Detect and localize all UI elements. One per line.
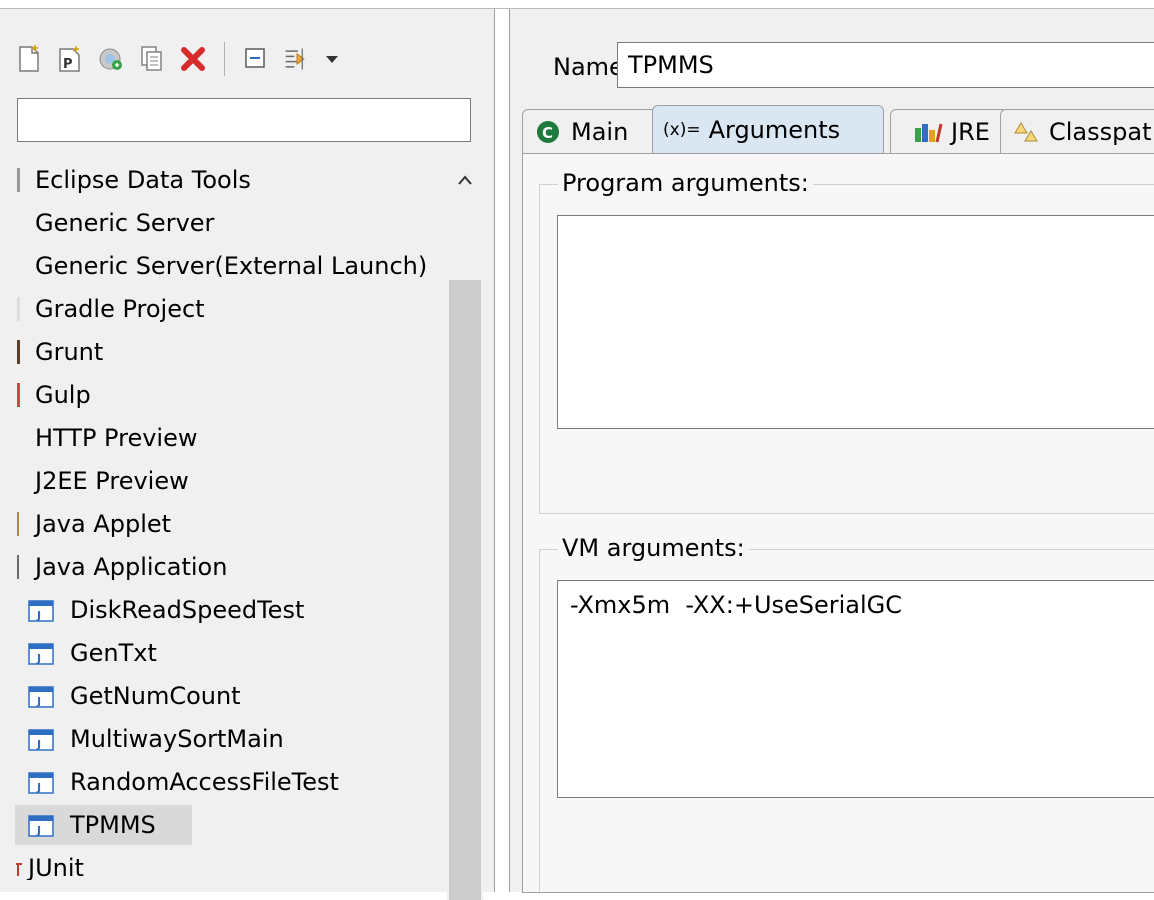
view-menu-chevron-down-icon[interactable] <box>324 44 340 74</box>
tab-main[interactable]: C Main <box>522 109 662 153</box>
svg-text:P: P <box>63 57 73 72</box>
svg-text:J: J <box>36 609 41 622</box>
java-class-icon: J <box>28 600 54 622</box>
tree-item-diskreadspeedtest[interactable]: J DiskReadSpeedTest <box>0 590 436 630</box>
tree-item-eclipse-data-tools[interactable]: Eclipse Data Tools <box>0 160 436 200</box>
java-class-icon: J <box>28 772 54 794</box>
tree-item-label: Generic Server(External Launch) <box>35 252 428 280</box>
java-class-icon: J <box>28 643 54 665</box>
tree-item-tpmms[interactable]: J TPMMS <box>0 805 436 845</box>
tree-item-label: Grunt <box>35 338 104 366</box>
java-class-icon: J <box>28 729 54 751</box>
java-application-icon <box>17 555 19 579</box>
delete-icon[interactable] <box>179 44 207 74</box>
jre-library-icon <box>915 123 943 142</box>
tab-label: Main <box>571 117 629 146</box>
grunt-icon <box>17 340 20 364</box>
tree-item-label: Gulp <box>35 381 91 409</box>
tab-jre[interactable]: JRE <box>890 109 1008 153</box>
tree-item-label: JUnit <box>28 854 84 880</box>
svg-text:J: J <box>36 652 41 665</box>
java-class-icon: J <box>28 815 54 837</box>
svg-text:J: J <box>36 824 41 837</box>
tree-item-label: Java Applet <box>35 510 172 538</box>
tree-item-generic-server[interactable]: Generic Server <box>0 203 436 243</box>
tab-label: Arguments <box>708 115 841 144</box>
tree-item-label: GenTxt <box>70 639 157 667</box>
tree-item-multiwaysortmain[interactable]: J MultiwaySortMain <box>0 719 436 759</box>
launch-config-toolbar: P <box>15 29 475 89</box>
tree-item-http-preview[interactable]: HTTP Preview <box>0 418 436 458</box>
gulp-icon <box>17 383 20 407</box>
tree-item-label: GetNumCount <box>70 682 241 710</box>
tab-label: Classpat <box>1049 117 1152 146</box>
tree-item-j2ee-preview[interactable]: J2EE Preview <box>0 461 436 501</box>
tree-item-label: HTTP Preview <box>35 424 198 452</box>
top-strip <box>0 0 1154 9</box>
tree-item-label: J2EE Preview <box>35 467 189 495</box>
vm-arguments-textarea[interactable]: -Xmx5m -XX:+UseSerialGC <box>557 580 1154 798</box>
scroll-thumb[interactable] <box>449 280 481 900</box>
collapse-all-icon[interactable] <box>242 44 270 74</box>
svg-text:C: C <box>542 124 553 142</box>
filter-icon[interactable] <box>283 44 311 74</box>
vm-arguments-label: VM arguments: <box>558 534 749 562</box>
tree-item-label: DiskReadSpeedTest <box>70 596 305 624</box>
launch-type-icon <box>17 297 20 321</box>
svg-text:J: J <box>36 781 41 794</box>
tree-scrollbar[interactable] <box>447 160 483 900</box>
new-launch-configuration-icon[interactable] <box>15 44 43 74</box>
tree-item-label: MultiwaySortMain <box>70 725 284 753</box>
vm-arguments-group: VM arguments: -Xmx5m -XX:+UseSerialGC <box>539 534 1154 894</box>
tree-item-gentxt[interactable]: J GenTxt <box>0 633 436 673</box>
tree-item-grunt[interactable]: Grunt <box>0 332 436 372</box>
tree-item-gradle-project[interactable]: Gradle Project <box>0 289 436 329</box>
java-applet-icon <box>17 512 19 536</box>
tree-item-java-applet[interactable]: Java Applet <box>0 504 436 544</box>
scroll-up-chevron-icon[interactable] <box>447 160 483 200</box>
program-arguments-label: Program arguments: <box>558 169 813 197</box>
arguments-tab-icon: (x)= <box>663 119 701 140</box>
java-class-icon: J <box>28 686 54 708</box>
tree-item-randomaccessfiletest[interactable]: J RandomAccessFileTest <box>0 762 436 802</box>
config-tabs: C Main (x)= Arguments JRE Classpat <box>522 105 1154 153</box>
classpath-icon <box>1014 121 1038 141</box>
tab-arguments[interactable]: (x)= Arguments <box>652 105 884 153</box>
program-arguments-textarea[interactable] <box>557 215 1154 429</box>
tab-label: JRE <box>951 117 990 146</box>
svg-text:J: J <box>36 695 41 708</box>
export-icon[interactable] <box>97 44 125 74</box>
tree-item-getnumcount[interactable]: J GetNumCount <box>0 676 436 716</box>
tree-item-label: Eclipse Data Tools <box>35 166 251 194</box>
tree-item-label: Generic Server <box>35 209 215 237</box>
launch-config-editor: Name: C Main (x)= Arguments JRE Classpat… <box>509 9 1154 894</box>
svg-text:J: J <box>36 738 41 751</box>
filter-input[interactable] <box>17 98 471 142</box>
launch-type-icon <box>17 168 20 192</box>
new-prototype-icon[interactable]: P <box>56 44 84 74</box>
tree-item-label: Java Application <box>35 553 228 581</box>
tree-item-label: RandomAccessFileTest <box>70 768 339 796</box>
junit-icon <box>16 863 22 876</box>
tree-item-java-application[interactable]: Java Application <box>0 547 436 587</box>
toolbar-separator <box>224 42 225 76</box>
name-field[interactable] <box>617 42 1154 88</box>
launch-config-tree: Eclipse Data Tools Generic Server Generi… <box>0 160 436 880</box>
program-arguments-group: Program arguments: <box>539 169 1154 514</box>
tree-item-gulp[interactable]: Gulp <box>0 375 436 415</box>
launch-config-list-pane: P Eclipse Data Tools Generic Server Gene… <box>0 9 495 900</box>
tab-classpath[interactable]: Classpat <box>1000 109 1154 153</box>
main-tab-icon: C <box>537 120 559 143</box>
tree-item-junit[interactable]: JUnit <box>0 848 436 880</box>
duplicate-icon[interactable] <box>138 44 166 74</box>
arguments-tab-content: Program arguments: VM arguments: -Xmx5m … <box>522 153 1154 894</box>
tree-item-label: Gradle Project <box>35 295 205 323</box>
tree-item-label: TPMMS <box>70 811 156 839</box>
tree-item-generic-server-external[interactable]: Generic Server(External Launch) <box>0 246 436 286</box>
